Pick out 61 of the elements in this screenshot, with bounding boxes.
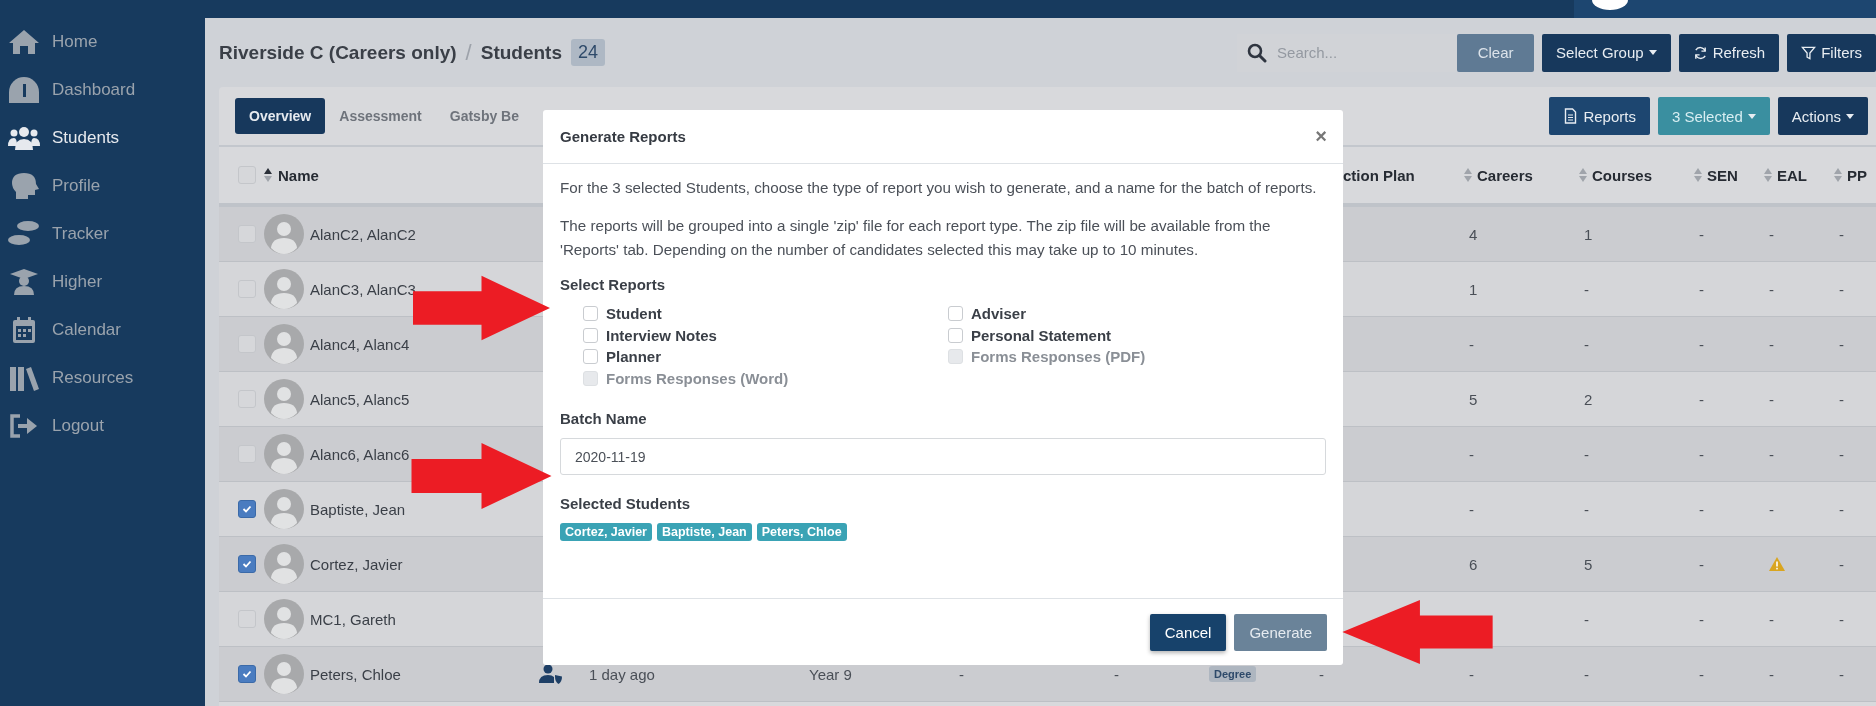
table-cell: - — [1699, 555, 1704, 573]
table-cell: - — [1839, 610, 1844, 628]
table-cell: - — [1839, 445, 1844, 463]
table-cell: - — [1769, 665, 1774, 683]
table-cell: 5 — [1469, 390, 1478, 408]
dialog-text: The reports will be grouped into a single 'zip' file for each report type. The zip file will be available from the 'Reports' tab. Depending on the number of candidates selected this may take up to 10 minutes. — [560, 216, 1272, 260]
table-cell: - — [1584, 500, 1589, 518]
table-cell: - — [1469, 665, 1474, 683]
dialog-title: Generate Reports — [560, 128, 686, 145]
table-cell: - — [1469, 500, 1474, 518]
section-label: Selected Students — [560, 495, 692, 512]
student-tag: Baptiste, Jean — [657, 523, 752, 541]
table-cell: 1 — [1469, 280, 1478, 298]
table-cell: - — [1839, 280, 1844, 298]
table-cell: - — [1769, 500, 1774, 518]
table-cell: 4 — [1469, 225, 1478, 243]
table-cell: - — [1699, 280, 1704, 298]
table-cell: - — [1769, 610, 1774, 628]
page-title: Students — [480, 41, 562, 64]
table-cell: 6 — [1469, 555, 1478, 573]
table-cell: - — [1469, 445, 1474, 463]
table-cell: - — [1584, 610, 1589, 628]
table-cell: - — [1584, 665, 1589, 683]
table-cell: - — [1769, 335, 1774, 353]
table-cell: Year 9 — [809, 665, 852, 683]
table-cell: - — [1839, 335, 1844, 353]
table-cell: - — [1699, 390, 1704, 408]
table-cell: - — [1769, 445, 1774, 463]
table-cell: - — [1839, 555, 1844, 573]
table-cell: - — [1769, 280, 1774, 298]
table-cell: - — [1699, 610, 1704, 628]
student-tag: Peters, Chloe — [756, 523, 847, 541]
table-cell: - — [1114, 665, 1119, 683]
table-cell: - — [1839, 225, 1844, 243]
table-cell: - — [1699, 500, 1704, 518]
student-tag: Cortez, Javier — [560, 523, 652, 541]
table-cell: - — [1699, 665, 1704, 683]
table-cell: - — [1699, 225, 1704, 243]
qualification-tag: Degree — [1209, 666, 1257, 682]
breadcrumb-separator: / — [465, 39, 472, 66]
table-cell: - — [1584, 335, 1589, 353]
dialog-text: For the 3 selected Students, choose the type of report you wish to generate, and a name for the batch of reports. — [560, 178, 1318, 198]
table-cell: - — [1699, 445, 1704, 463]
count-badge: 24 — [571, 39, 606, 66]
table-cell: - — [1584, 280, 1589, 298]
table-cell: - — [1839, 665, 1844, 683]
table-cell: 1 day ago — [589, 665, 655, 683]
table-cell: - — [1319, 665, 1324, 683]
table-cell: - — [1469, 335, 1474, 353]
table-cell: 2 — [1584, 390, 1593, 408]
section-label: Select Reports — [560, 276, 667, 293]
table-cell: - — [1699, 335, 1704, 353]
table-cell: - — [1839, 500, 1844, 518]
table-cell: - — [1839, 390, 1844, 408]
table-cell: 1 — [1584, 225, 1593, 243]
table-cell: - — [959, 665, 964, 683]
table-cell: - — [1584, 445, 1589, 463]
table-cell: - — [1769, 390, 1774, 408]
table-cell: - — [1769, 225, 1774, 243]
field-label: Batch Name — [560, 410, 648, 427]
table-cell: 5 — [1584, 555, 1593, 573]
